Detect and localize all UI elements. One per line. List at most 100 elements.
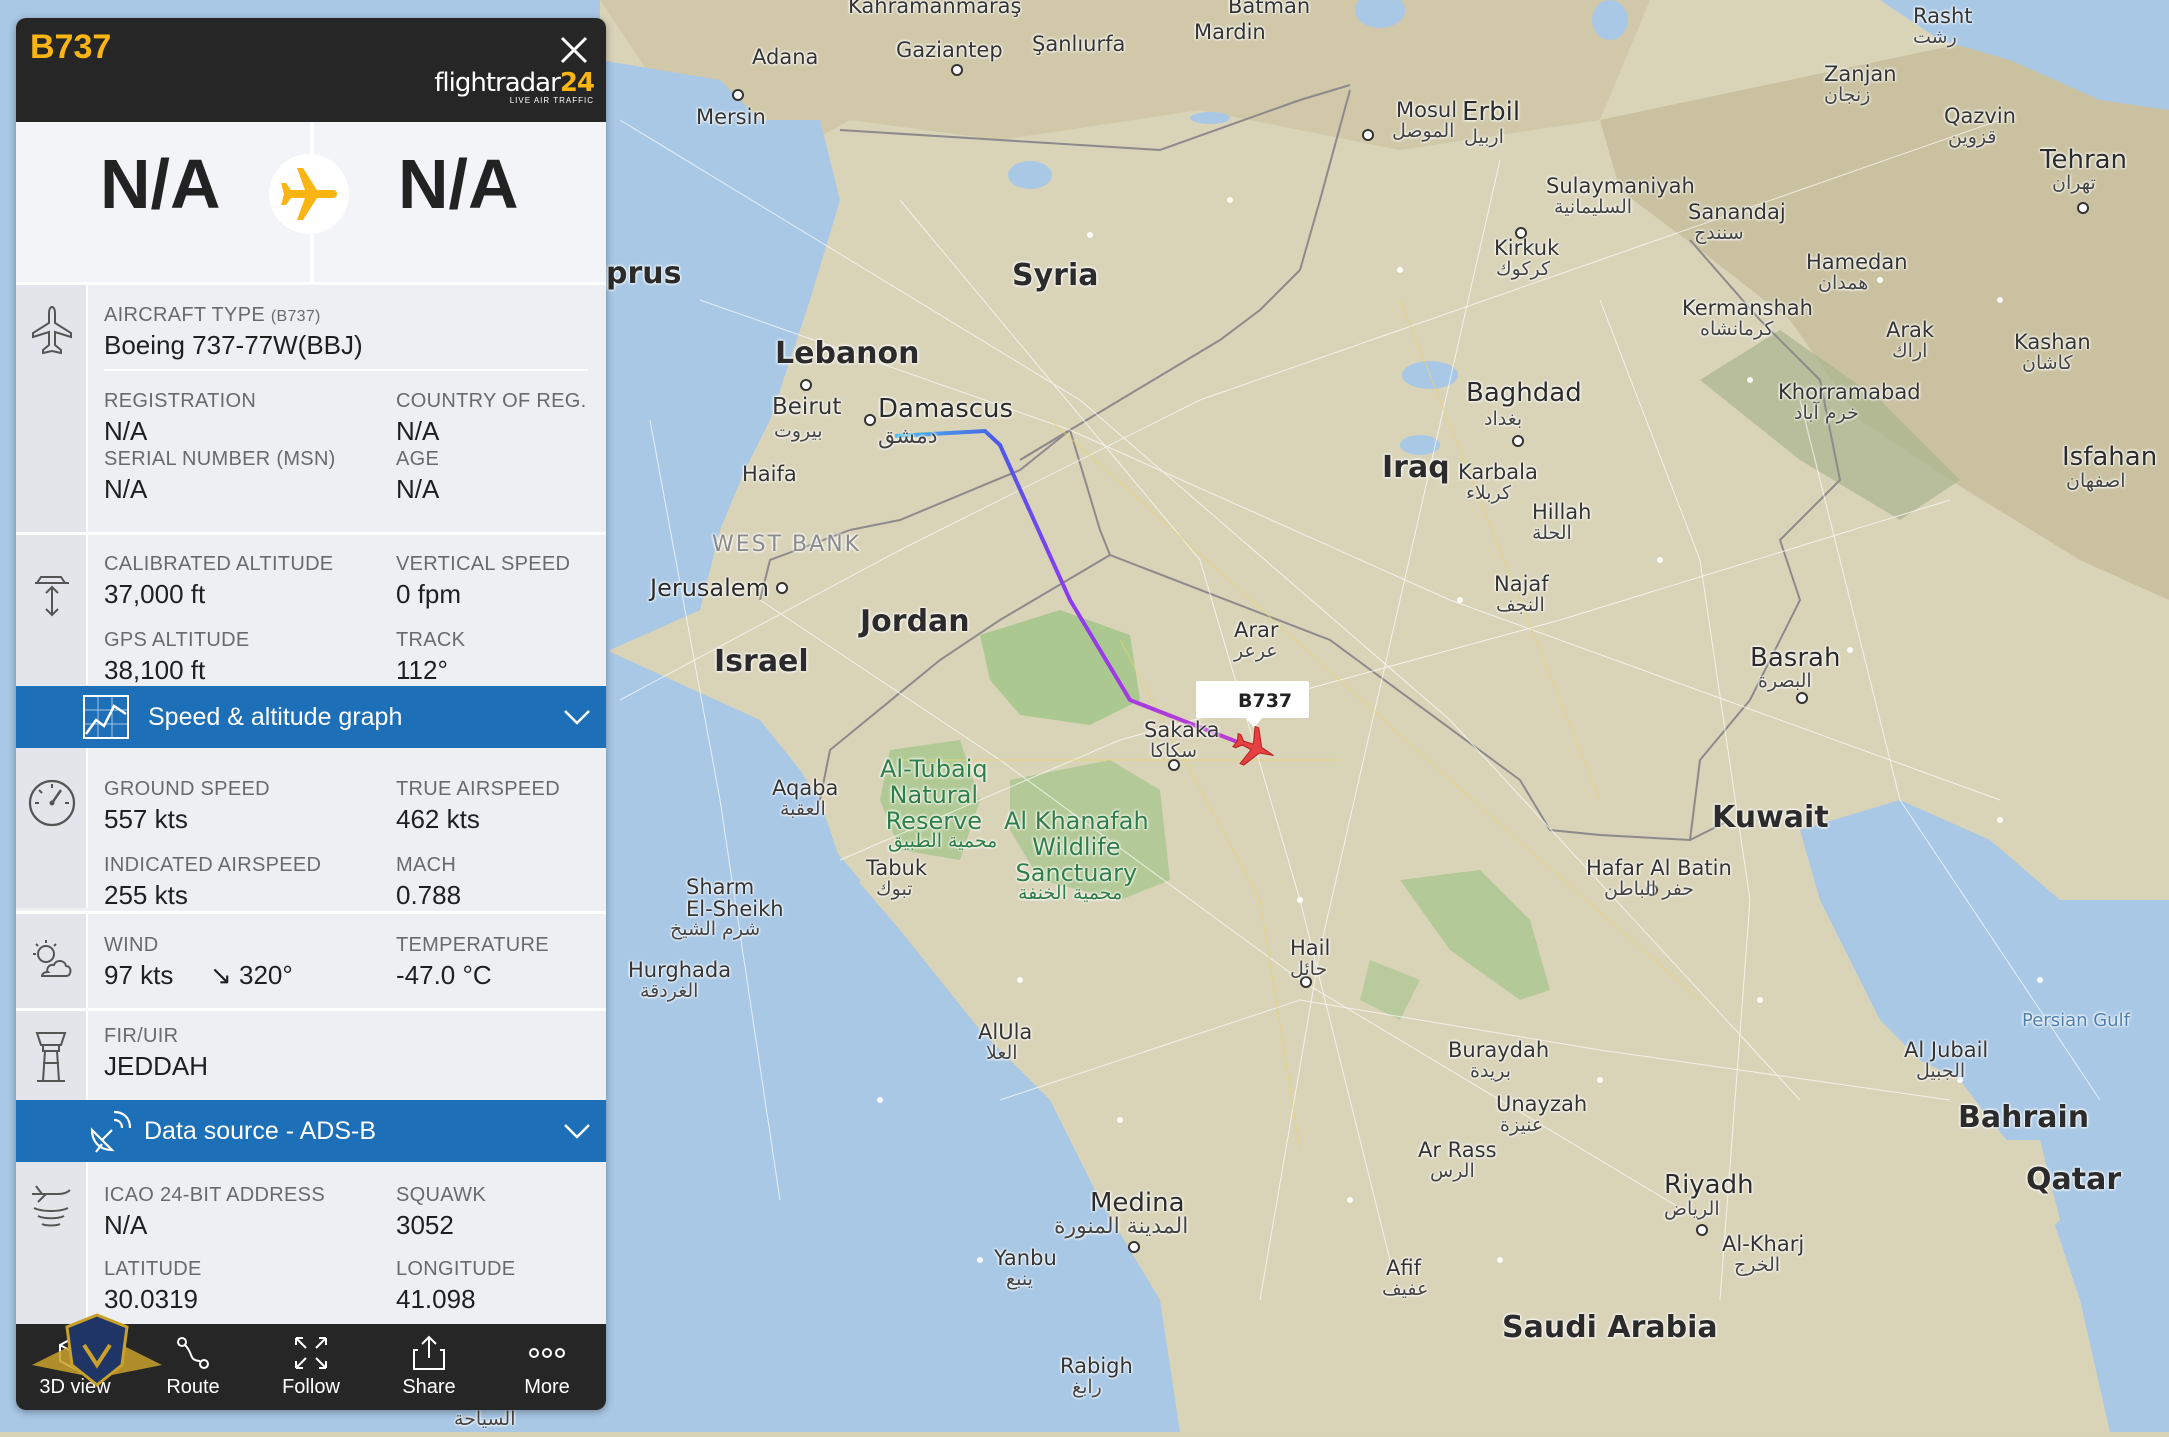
flightradar24-logo: flightradar24 LIVE AIR TRAFFIC <box>434 68 595 105</box>
close-icon[interactable] <box>559 35 589 65</box>
graph-icon <box>83 695 129 739</box>
label-sulaymaniyah: Sulaymaniyah <box>1546 174 1695 198</box>
label-sanliurfa: Şanlıurfa <box>1032 32 1126 56</box>
label-buraydah: Buraydah <box>1448 1038 1550 1062</box>
label-basrah-ar: البصرة <box>1758 670 1812 692</box>
true-airspeed-value: 462 kts <box>396 804 480 834</box>
gps-altitude-label: GPS ALTITUDE <box>104 629 250 651</box>
label-zanjan: Zanjan <box>1824 62 1897 86</box>
aircraft-type-label-text: AIRCRAFT TYPE <box>104 304 265 326</box>
divider <box>104 369 588 371</box>
aircraft-section: AIRCRAFT TYPE (B737) Boeing 737-77W(BBJ)… <box>16 282 606 446</box>
airplane-icon <box>281 168 337 220</box>
follow-button[interactable]: Follow <box>252 1324 370 1410</box>
label-syria: Syria <box>1012 258 1099 293</box>
label-mosul-ar: الموصل <box>1392 120 1455 142</box>
longitude-value: 41.098 <box>396 1284 476 1314</box>
aircraft-type-code: (B737) <box>270 308 321 325</box>
track-value: 112° <box>396 655 448 685</box>
wind-direction-value: ↘ 320° <box>210 960 293 990</box>
aircraft-signal-icon <box>32 1185 71 1227</box>
label-jerusalem: Jerusalem <box>650 574 769 602</box>
label-rasht-ar: رشت <box>1913 26 1957 48</box>
data-source-label[interactable]: Data source - ADS-B <box>144 1117 376 1146</box>
calibrated-altitude-value: 37,000 ft <box>104 579 206 609</box>
panel-header: B737 flightradar24 LIVE AIR TRAFFIC <box>16 18 606 122</box>
aircraft-section-icon-cell <box>16 285 88 435</box>
close-button[interactable] <box>554 30 594 70</box>
route-icon <box>177 1337 209 1369</box>
label-kirkuk: Kirkuk <box>1494 236 1560 260</box>
label-unayzah: Unayzah <box>1496 1092 1588 1116</box>
share-button[interactable]: Share <box>370 1324 488 1410</box>
label-alula: AlUla <box>978 1020 1033 1044</box>
label-hafar-ar: حفر الباطن <box>1604 878 1695 900</box>
label-unayzah-ar: عنيزة <box>1500 1114 1544 1136</box>
label-mersin: Mersin <box>696 105 766 129</box>
label-persian-gulf: Persian Gulf <box>2022 1010 2130 1031</box>
label-al-jubail-ar: الجبيل <box>1916 1060 1966 1082</box>
label-hail: Hail <box>1290 936 1331 960</box>
label-al-kharj-ar: الخرج <box>1734 1254 1781 1276</box>
label-hafar: Hafar Al Batin <box>1586 856 1732 880</box>
label-rabigh-ar: رابغ <box>1072 1376 1102 1398</box>
age-label: AGE <box>396 448 440 470</box>
aircraft-serial-section: SERIAL NUMBER (MSN) N/A AGE N/A <box>16 432 606 532</box>
speed-altitude-graph-label[interactable]: Speed & altitude graph <box>148 703 402 732</box>
label-sakaka-ar: سكاكا <box>1150 740 1198 762</box>
label-qazvin: Qazvin <box>1944 104 2016 128</box>
more-label[interactable]: More <box>488 1376 606 1399</box>
label-qatar: Qatar <box>2026 1162 2122 1197</box>
chevron-down-icon[interactable] <box>562 1116 592 1146</box>
label-arar: Arar <box>1234 618 1279 642</box>
share-label[interactable]: Share <box>370 1376 488 1399</box>
fir-section: FIR/UIR JEDDAH <box>16 1008 606 1101</box>
track-label: TRACK <box>396 629 466 651</box>
label-al-kharj: Al-Kharj <box>1722 1232 1805 1256</box>
route-plane-badge <box>269 154 349 234</box>
label-isfahan-ar: اصفهان <box>2066 470 2126 492</box>
weather-icon-cell <box>16 914 88 1008</box>
label-alula-ar: العلا <box>986 1042 1018 1064</box>
altitude-icon <box>35 576 69 617</box>
indicated-airspeed-label: INDICATED AIRSPEED <box>104 854 322 876</box>
speed-icon-cell <box>16 748 88 908</box>
label-arak-ar: اراك <box>1892 340 1928 362</box>
fir-value: JEDDAH <box>104 1051 209 1081</box>
follow-icon <box>295 1337 327 1369</box>
label-saudi-arabia: Saudi Arabia <box>1502 1310 1718 1345</box>
airplane-outline-icon <box>32 305 72 355</box>
squawk-label: SQUAWK <box>396 1184 486 1206</box>
chevron-down-icon[interactable] <box>562 702 592 732</box>
label-erbil: Erbil <box>1462 97 1521 127</box>
latitude-label: LATITUDE <box>104 1258 202 1280</box>
aircraft-tag-label[interactable]: B737 <box>1238 690 1292 712</box>
label-aqaba-ar: العقبة <box>780 798 826 820</box>
more-icon <box>529 1348 565 1358</box>
callsign-title: B737 <box>30 28 112 66</box>
destination-airport-code[interactable]: N/A <box>398 144 519 224</box>
label-rasht: Rasht <box>1913 4 1973 28</box>
mach-label: MACH <box>396 854 457 876</box>
label-riyadh: Riyadh <box>1664 1170 1754 1200</box>
label-qazvin-ar: قزوين <box>1948 126 1997 148</box>
label-najaf: Najaf <box>1494 572 1549 596</box>
calibrated-altitude-label: CALIBRATED ALTITUDE <box>104 553 334 575</box>
ground-speed-value: 557 kts <box>104 804 188 834</box>
follow-label[interactable]: Follow <box>252 1376 370 1399</box>
serial-label: SERIAL NUMBER (MSN) <box>104 448 336 470</box>
label-sakaka: Sakaka <box>1144 718 1220 742</box>
label-ssahil-ar: السياحة <box>454 1408 516 1430</box>
more-button[interactable]: More <box>488 1324 606 1410</box>
label-adana: Adana <box>752 45 819 69</box>
origin-airport-code[interactable]: N/A <box>100 144 221 224</box>
label-sanandaj: Sanandaj <box>1688 200 1786 224</box>
label-arak: Arak <box>1886 318 1935 342</box>
age-value: N/A <box>396 474 440 504</box>
route-section: N/A N/A <box>16 122 606 282</box>
data-source-toggle[interactable]: Data source - ADS-B <box>16 1100 606 1162</box>
temperature-label: TEMPERATURE <box>396 934 549 956</box>
speed-altitude-graph-toggle[interactable]: Speed & altitude graph <box>16 686 606 748</box>
label-tubaiq-reserve: Al-Tubaiq Natural Reserve <box>880 755 988 835</box>
label-tehran-ar: تهران <box>2052 172 2096 194</box>
